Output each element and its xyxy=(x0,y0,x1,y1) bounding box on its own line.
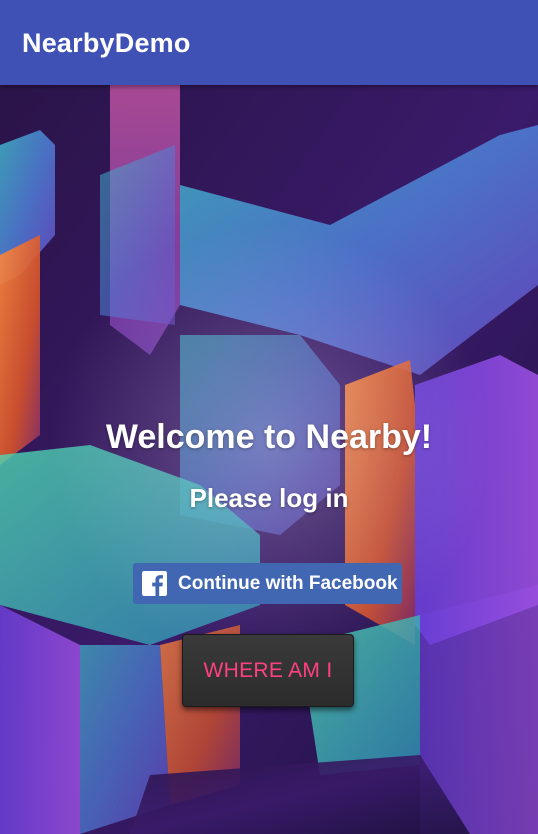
login-prompt: Please log in xyxy=(189,483,349,513)
welcome-heading: Welcome to Nearby! xyxy=(105,418,433,456)
login-panel: Welcome to Nearby! Please log in Continu… xyxy=(0,85,538,834)
where-am-i-button[interactable]: WHERE AM I xyxy=(182,634,354,707)
facebook-logo-icon xyxy=(142,571,167,596)
app-toolbar: NearbyDemo xyxy=(0,0,538,85)
facebook-button-label: Continue with Facebook xyxy=(178,572,398,594)
facebook-login-button[interactable]: Continue with Facebook xyxy=(133,563,402,604)
where-am-i-label: WHERE AM I xyxy=(203,658,333,682)
app-title: NearbyDemo xyxy=(22,28,191,58)
app-screen: NearbyDemo Welcome to Nearby! Please log… xyxy=(0,0,538,834)
